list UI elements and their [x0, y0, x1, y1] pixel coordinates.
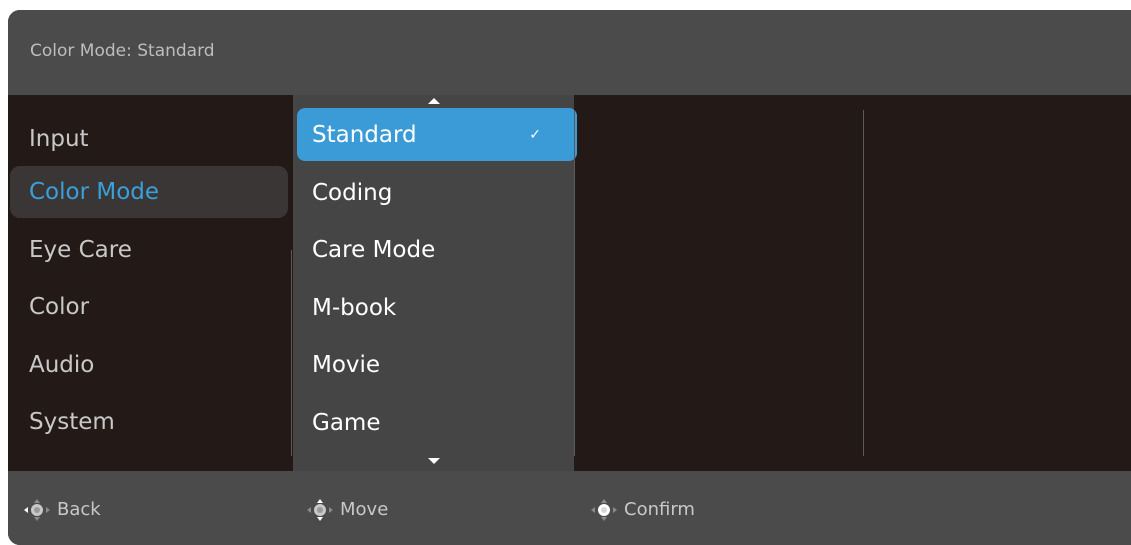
sidebar-item-system[interactable]: System [10, 396, 288, 448]
sidebar-item-label: Input [29, 126, 89, 152]
osd-menu: Color Mode: Standard Input Color Mode Ey… [8, 10, 1131, 545]
option-game[interactable]: Game [297, 396, 577, 449]
option-movie[interactable]: Movie [297, 338, 577, 391]
option-standard[interactable]: Standard ✓ [297, 108, 577, 161]
sidebar-item-audio[interactable]: Audio [10, 339, 288, 391]
option-label: Care Mode [312, 236, 436, 263]
footer-bar: Back Move Confirm [8, 471, 1131, 545]
sidebar-item-label: Color Mode [29, 179, 160, 205]
sidebar-item-eye-care[interactable]: Eye Care [10, 224, 288, 276]
option-label: Game [312, 409, 381, 436]
hint-label: Back [57, 499, 101, 520]
joystick-press-icon [591, 499, 617, 521]
divider [863, 110, 864, 456]
hint-label: Confirm [624, 499, 695, 520]
option-label: Movie [312, 351, 381, 378]
option-coding[interactable]: Coding [297, 166, 577, 219]
sidebar-item-label: Eye Care [29, 237, 132, 263]
main-menu: Input Color Mode Eye Care Color Audio Sy… [8, 95, 293, 471]
sidebar-item-input[interactable]: Input [10, 113, 288, 165]
divider [574, 110, 575, 456]
color-mode-submenu: Standard ✓ Coding Care Mode M-book Movie… [293, 95, 577, 471]
sidebar-item-color-mode[interactable]: Color Mode [10, 166, 288, 218]
joystick-left-icon [24, 499, 50, 521]
triangle-up-icon[interactable] [428, 98, 440, 104]
divider [291, 250, 292, 456]
option-care-mode[interactable]: Care Mode [297, 223, 577, 276]
option-label: M-book [312, 294, 397, 321]
sidebar-item-label: Audio [29, 352, 95, 378]
sidebar-item-label: System [29, 409, 115, 435]
check-icon: ✓ [529, 126, 541, 143]
hint-label: Move [340, 499, 389, 520]
sidebar-item-label: Color [29, 294, 90, 320]
triangle-down-icon[interactable] [428, 458, 440, 464]
joystick-updown-icon [307, 499, 333, 521]
page-title: Color Mode: Standard [30, 41, 215, 61]
option-m-book[interactable]: M-book [297, 281, 577, 334]
header-bar: Color Mode: Standard [8, 10, 1131, 95]
sidebar-item-color[interactable]: Color [10, 281, 288, 333]
option-label: Coding [312, 179, 393, 206]
option-label: Standard [312, 121, 417, 148]
